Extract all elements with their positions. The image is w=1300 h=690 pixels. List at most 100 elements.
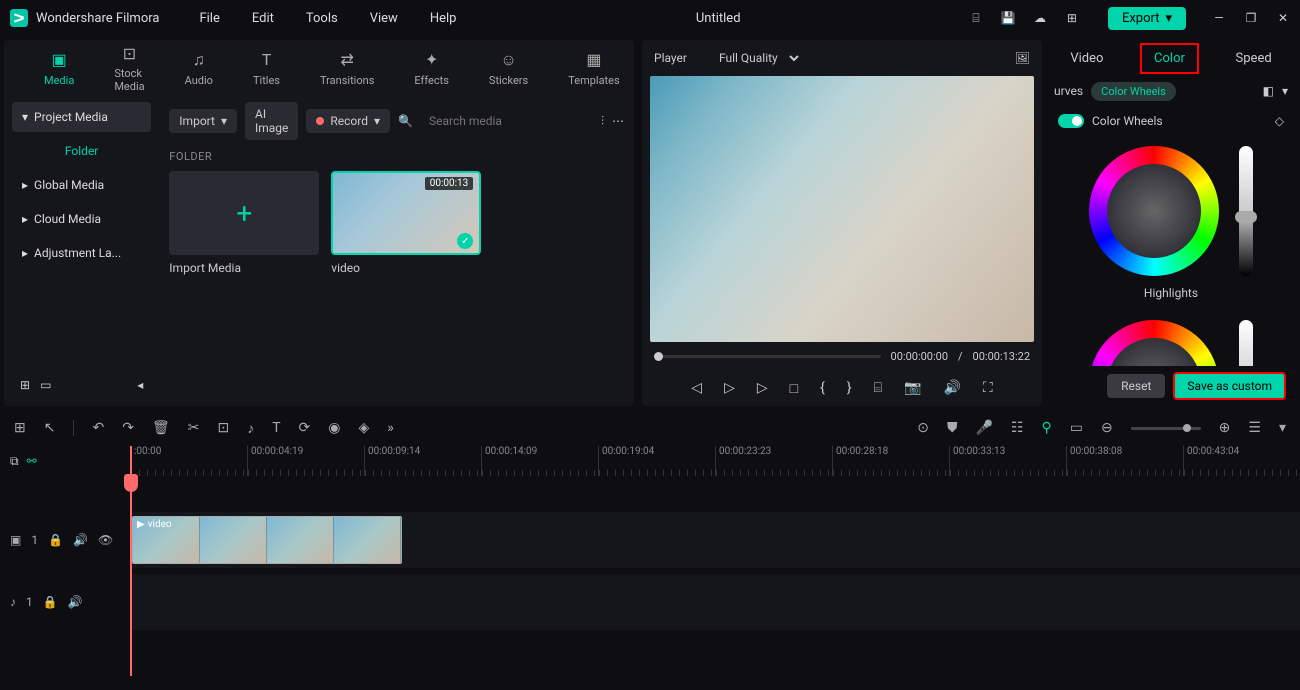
- tab-media[interactable]: ▣Media: [24, 46, 94, 91]
- play-clip-icon[interactable]: ▷: [724, 380, 735, 396]
- grid-icon[interactable]: ⊞: [14, 420, 26, 436]
- audio-track-body[interactable]: [130, 574, 1300, 630]
- scrubber-handle[interactable]: [654, 352, 663, 361]
- music-icon[interactable]: ♪: [247, 420, 254, 437]
- minimize-icon[interactable]: —: [1212, 11, 1226, 25]
- mark-in-icon[interactable]: {: [820, 380, 825, 396]
- delete-icon[interactable]: 🗑: [152, 420, 170, 436]
- zoom-slider[interactable]: [1131, 427, 1201, 430]
- scrubber-track[interactable]: [654, 355, 881, 358]
- cloud-icon[interactable]: ☁: [1032, 10, 1048, 26]
- highlights-wheel[interactable]: [1089, 146, 1219, 276]
- video-track-body[interactable]: ▶video: [130, 512, 1300, 568]
- close-icon[interactable]: ✕: [1276, 11, 1290, 25]
- menu-file[interactable]: File: [187, 11, 231, 26]
- filter-icon[interactable]: ⫶: [601, 114, 604, 129]
- sidebar-project-media[interactable]: ▾Project Media: [12, 102, 151, 132]
- tab-titles[interactable]: TTitles: [233, 46, 300, 91]
- tab-transitions[interactable]: ⇄Transitions: [300, 46, 394, 91]
- mute-icon[interactable]: 🔊: [68, 595, 83, 609]
- mute-icon[interactable]: 🔊: [73, 533, 88, 547]
- more-icon[interactable]: »: [387, 420, 394, 436]
- link-icon[interactable]: ⧉: [10, 454, 19, 469]
- ratio-icon[interactable]: ▭: [1070, 420, 1083, 436]
- tab-stickers[interactable]: ☺Stickers: [469, 46, 548, 91]
- target-icon[interactable]: ⊙: [917, 420, 929, 436]
- collapse-icon[interactable]: ◂: [137, 378, 143, 392]
- sidebar-folder[interactable]: Folder: [12, 136, 151, 166]
- snapshot-icon[interactable]: 🖼: [1015, 51, 1030, 65]
- keyframe-icon[interactable]: ◈: [359, 420, 370, 436]
- play-icon[interactable]: ▷: [757, 380, 768, 396]
- speed-icon[interactable]: ⟳: [299, 420, 311, 436]
- lock-icon[interactable]: 🔒: [43, 595, 58, 609]
- camera-icon[interactable]: 📷: [904, 380, 921, 396]
- stop-icon[interactable]: □: [790, 380, 798, 397]
- chevron-down-icon[interactable]: ▾: [1282, 84, 1288, 98]
- sub-tab-color-wheels[interactable]: Color Wheels: [1091, 82, 1176, 101]
- video-media-tile[interactable]: 00:00:13 ✓ video: [331, 171, 481, 275]
- import-button[interactable]: Import▾: [169, 109, 237, 133]
- crop-icon[interactable]: ⊡: [217, 420, 229, 436]
- undo-icon[interactable]: ↶: [92, 420, 104, 436]
- preview-canvas[interactable]: [650, 76, 1034, 342]
- redo-icon[interactable]: ↷: [122, 420, 134, 436]
- menu-help[interactable]: Help: [418, 11, 469, 26]
- device-icon[interactable]: ⌸: [968, 10, 984, 26]
- display-icon[interactable]: ⌸: [874, 380, 882, 396]
- search-input[interactable]: [421, 109, 593, 133]
- folder-icon[interactable]: ▭: [40, 378, 51, 392]
- export-button[interactable]: Export▾: [1108, 7, 1186, 30]
- mic-icon[interactable]: 🎤: [975, 420, 992, 436]
- apps-icon[interactable]: ⊞: [1064, 10, 1080, 26]
- prev-icon[interactable]: ◁: [691, 380, 702, 396]
- maximize-icon[interactable]: ❐: [1244, 11, 1258, 25]
- shield-icon[interactable]: ⛊: [947, 420, 958, 436]
- save-custom-button[interactable]: Save as custom: [1173, 372, 1286, 400]
- playhead[interactable]: [130, 446, 132, 676]
- video-clip[interactable]: ▶video: [132, 516, 402, 564]
- reset-button[interactable]: Reset: [1107, 374, 1165, 398]
- new-folder-icon[interactable]: ⊞: [20, 378, 30, 392]
- timeline-ruler[interactable]: :00:00 00:00:04:19 00:00:09:14 00:00:14:…: [130, 446, 1300, 476]
- fullscreen-icon[interactable]: ⛶: [983, 380, 993, 396]
- menu-view[interactable]: View: [358, 11, 410, 26]
- chain-icon[interactable]: ⚯: [27, 454, 37, 468]
- save-icon[interactable]: 💾: [1000, 10, 1016, 26]
- quality-select[interactable]: Full Quality: [707, 46, 802, 70]
- more-icon[interactable]: ⋯: [612, 114, 624, 128]
- import-media-tile[interactable]: + Import Media: [169, 171, 319, 275]
- text-icon[interactable]: T: [272, 420, 280, 436]
- inspector-tab-speed[interactable]: Speed: [1224, 45, 1284, 72]
- menu-tools[interactable]: Tools: [294, 11, 350, 26]
- sidebar-cloud-media[interactable]: ▸Cloud Media: [12, 204, 151, 234]
- color-wheels-toggle[interactable]: [1058, 114, 1084, 128]
- cursor-icon[interactable]: ↖: [44, 420, 56, 436]
- mixer-icon[interactable]: ☷: [1011, 420, 1024, 436]
- highlights-slider[interactable]: [1239, 146, 1253, 276]
- zoom-out-icon[interactable]: ⊖: [1101, 420, 1113, 436]
- tab-stock[interactable]: ⊡Stock Media: [94, 39, 164, 97]
- midtones-slider[interactable]: [1239, 320, 1253, 366]
- tab-templates[interactable]: ▦Templates: [548, 46, 639, 91]
- menu-edit[interactable]: Edit: [240, 11, 286, 26]
- compare-icon[interactable]: ◧: [1263, 84, 1274, 98]
- record-button[interactable]: Record▾: [306, 109, 390, 133]
- color-icon[interactable]: ◉: [328, 420, 340, 436]
- sidebar-adjustment[interactable]: ▸Adjustment La...: [12, 238, 151, 268]
- sub-tab-curves[interactable]: urves: [1054, 84, 1083, 98]
- diamond-icon[interactable]: ◇: [1275, 114, 1284, 128]
- tab-audio[interactable]: ♫Audio: [165, 46, 233, 91]
- ai-image-button[interactable]: AI Image: [245, 102, 298, 140]
- magnet-icon[interactable]: ⚲: [1041, 420, 1051, 436]
- chevron-down-icon[interactable]: ▾: [1279, 420, 1286, 436]
- tab-effects[interactable]: ✦Effects: [394, 46, 469, 91]
- zoom-in-icon[interactable]: ⊕: [1219, 420, 1231, 436]
- inspector-tab-color[interactable]: Color: [1140, 43, 1199, 74]
- volume-icon[interactable]: 🔊: [943, 380, 960, 396]
- inspector-tab-video[interactable]: Video: [1058, 45, 1115, 72]
- mark-out-icon[interactable]: }: [847, 380, 852, 396]
- midtones-wheel[interactable]: [1089, 320, 1219, 366]
- sidebar-global-media[interactable]: ▸Global Media: [12, 170, 151, 200]
- cut-icon[interactable]: ✂: [188, 420, 200, 436]
